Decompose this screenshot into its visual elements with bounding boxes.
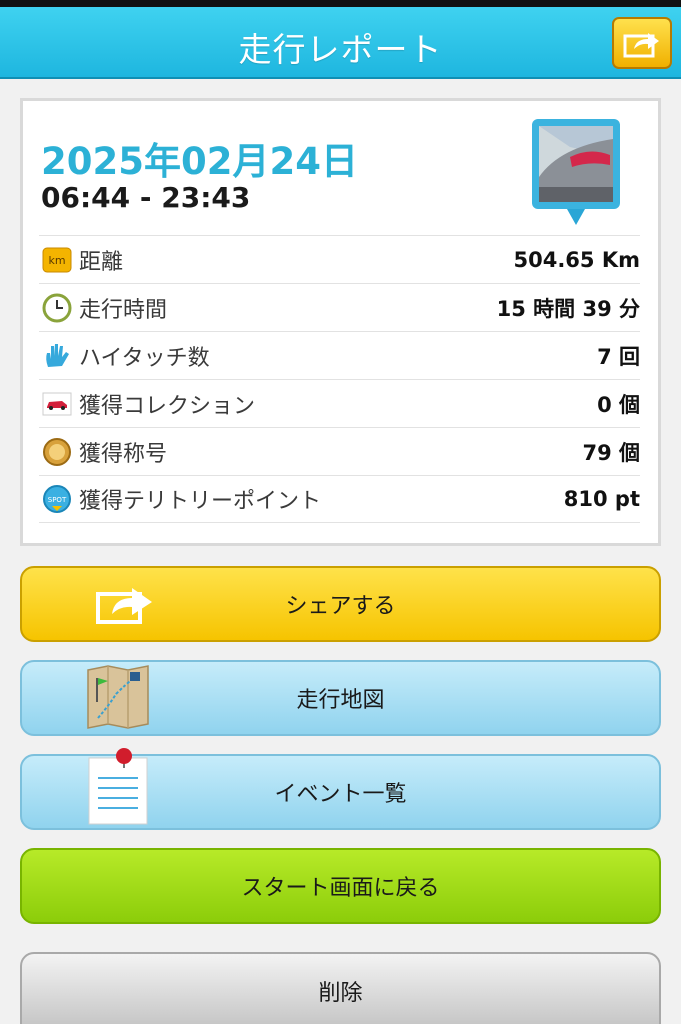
stat-label: 走行時間 — [79, 297, 168, 323]
share-button[interactable]: シェアする — [20, 566, 661, 642]
back-to-start-button-label: スタート画面に戻る — [241, 876, 440, 901]
stat-row-high-five: ハイタッチ数 7 回 — [39, 331, 640, 379]
stat-value: 7 回 — [597, 344, 640, 369]
note-pin-icon — [88, 748, 148, 825]
stats-list: km 距離 504.65 Km 走行時間 15 時間 39 分 ハイタッチ数 7… — [39, 235, 640, 523]
stat-label: 獲得テリトリーポイント — [79, 489, 322, 514]
photo-pin-icon[interactable] — [530, 117, 622, 227]
event-list-button[interactable]: イベント一覧 — [20, 748, 661, 830]
medal-icon — [42, 437, 72, 467]
stat-row-titles: 獲得称号 79 個 — [39, 427, 640, 475]
car-icon — [42, 389, 72, 419]
stat-row-collection: 獲得コレクション 0 個 — [39, 379, 640, 427]
clock-icon — [42, 293, 72, 323]
svg-text:SPOT: SPOT — [48, 496, 67, 504]
route-map-button[interactable]: 走行地図 — [20, 660, 661, 736]
stat-row-distance: km 距離 504.65 Km — [39, 235, 640, 283]
stat-label: 獲得称号 — [79, 441, 168, 467]
stat-label: 距離 — [79, 249, 124, 275]
stat-value: 15 時間 39 分 — [496, 296, 640, 321]
spot-icon: SPOT — [42, 484, 72, 514]
status-bar — [0, 0, 681, 7]
event-list-button-label: イベント一覧 — [274, 782, 407, 807]
report-time-range: 06:44 - 23:43 — [41, 181, 251, 214]
route-map-button-label: 走行地図 — [296, 688, 385, 713]
report-card: 2025年02月24日 06:44 - 23:43 km 距離 504.65 K… — [20, 98, 661, 546]
map-icon — [87, 665, 149, 729]
share-arrow-icon — [623, 33, 659, 58]
back-to-start-button[interactable]: スタート画面に戻る — [20, 848, 661, 924]
stat-value: 504.65 Km — [513, 247, 640, 272]
stat-label: 獲得コレクション — [79, 393, 256, 419]
page-title: 走行レポート — [238, 30, 443, 69]
share-arrow-icon — [96, 588, 152, 624]
stat-value: 0 個 — [597, 392, 640, 417]
share-button-label: シェアする — [285, 594, 396, 619]
report-date: 2025年02月24日 — [41, 140, 358, 183]
stat-label: ハイタッチ数 — [79, 345, 210, 371]
delete-button[interactable]: 削除 — [20, 952, 661, 1024]
km-icon: km — [42, 245, 72, 275]
svg-text:km: km — [48, 254, 65, 267]
hand-icon — [42, 341, 72, 371]
stat-value: 810 pt — [563, 487, 640, 511]
header-share-button[interactable] — [612, 17, 672, 69]
stat-row-driving-time: 走行時間 15 時間 39 分 — [39, 283, 640, 331]
app-header: 走行レポート — [0, 7, 681, 79]
delete-button-label: 削除 — [318, 981, 363, 1006]
stat-row-territory-points: SPOT 獲得テリトリーポイント 810 pt — [39, 475, 640, 523]
stat-value: 79 個 — [582, 440, 640, 465]
